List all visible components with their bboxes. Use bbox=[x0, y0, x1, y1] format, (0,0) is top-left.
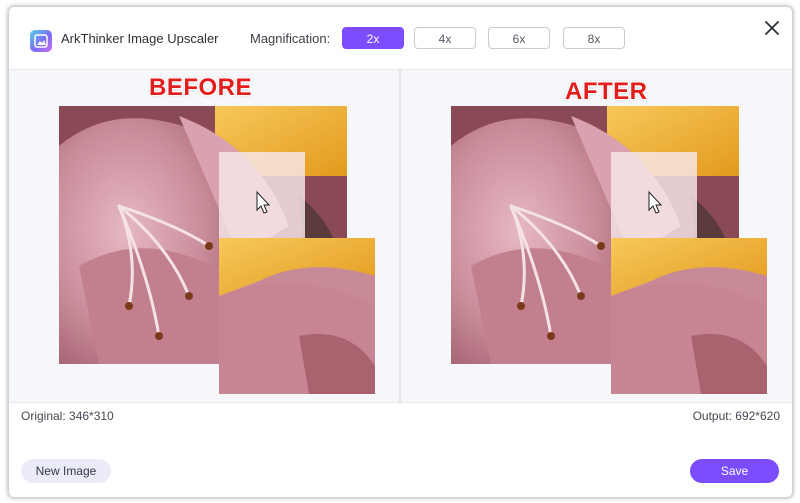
before-pane: BEFORE bbox=[9, 70, 399, 402]
original-size-text: Original: 346*310 bbox=[21, 409, 114, 423]
output-size-text: Output: 692*620 bbox=[692, 409, 780, 423]
footer: New Image Save bbox=[9, 447, 792, 497]
before-image bbox=[59, 106, 375, 394]
new-image-button[interactable]: New Image bbox=[21, 459, 111, 483]
magnification-label: Magnification: bbox=[250, 31, 331, 46]
header: ArkThinker Image Upscaler Magnification:… bbox=[9, 7, 792, 69]
magnification-6x-button[interactable]: 6x bbox=[488, 27, 550, 49]
after-pane: AFTER bbox=[401, 70, 791, 402]
resolution-info: Original: 346*310 Output: 692*620 bbox=[9, 401, 792, 431]
magnification-8x-button[interactable]: 8x bbox=[563, 27, 625, 49]
magnification-2x-button[interactable]: 2x bbox=[342, 27, 404, 49]
comparison-area: BEFORE AFTER bbox=[9, 69, 792, 403]
close-button[interactable] bbox=[761, 17, 783, 39]
magnification-4x-button[interactable]: 4x bbox=[414, 27, 476, 49]
close-icon bbox=[765, 21, 779, 35]
app-logo-icon bbox=[30, 30, 52, 52]
after-label: AFTER bbox=[565, 78, 648, 105]
after-image bbox=[451, 106, 767, 394]
save-button[interactable]: Save bbox=[690, 459, 779, 483]
upscaler-window: ArkThinker Image Upscaler Magnification:… bbox=[8, 6, 793, 498]
app-title: ArkThinker Image Upscaler bbox=[61, 31, 219, 46]
before-label: BEFORE bbox=[149, 74, 253, 101]
